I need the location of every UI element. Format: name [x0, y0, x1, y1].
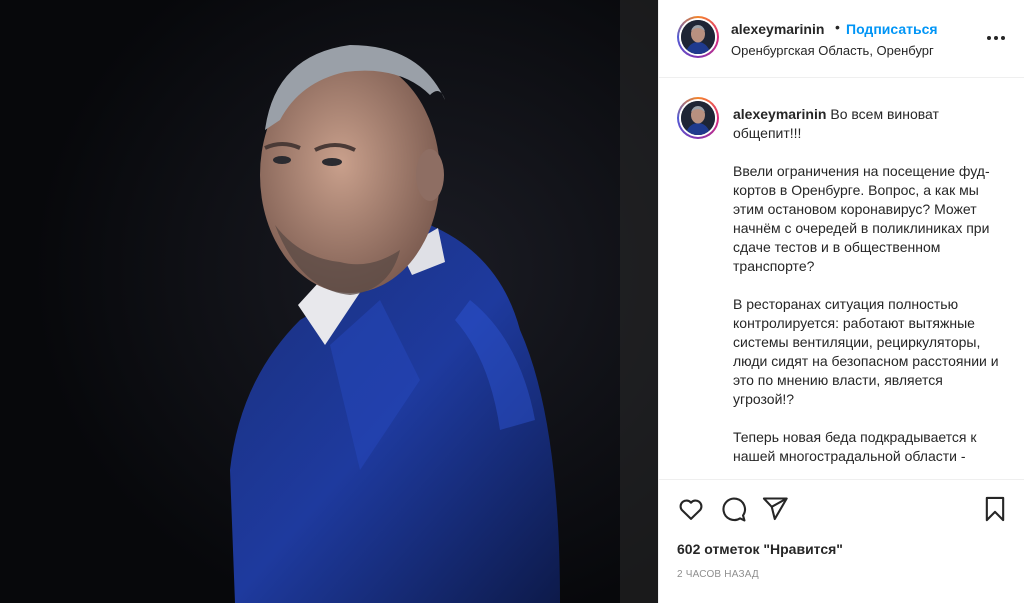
avatar[interactable] [677, 16, 719, 58]
post-timestamp[interactable]: 2 часов назад [677, 569, 759, 580]
bookmark-icon[interactable] [981, 495, 1009, 523]
caption-text: alexeymarinin Во всем виноват общепит!!! … [733, 105, 1005, 466]
post-header: alexeymarinin • Подписаться Оренбургская… [659, 0, 1024, 78]
avatar-image [681, 101, 715, 135]
location-link[interactable]: Оренбургская Область, Оренбург [731, 43, 934, 58]
caption-body: Во всем виноват общепит!!! Ввели огранич… [733, 106, 999, 464]
caption-section: alexeymarinin Во всем виноват общепит!!! … [659, 79, 1024, 479]
share-icon[interactable] [761, 495, 789, 523]
portrait-image [0, 0, 658, 603]
post-side-panel: alexeymarinin • Подписаться Оренбургская… [658, 0, 1024, 603]
follow-button[interactable]: Подписаться [846, 21, 938, 37]
heart-icon[interactable] [677, 495, 705, 523]
caption-avatar[interactable] [677, 97, 719, 139]
header-username[interactable]: alexeymarinin [731, 21, 824, 37]
comment-icon[interactable] [719, 495, 747, 523]
avatar-image [681, 20, 715, 54]
more-options-icon[interactable] [985, 30, 1007, 46]
likes-count[interactable]: 602 отметок "Нравится" [677, 541, 843, 557]
caption-username[interactable]: alexeymarinin [733, 106, 826, 122]
post-actions: 602 отметок "Нравится" 2 часов назад [659, 479, 1024, 603]
post-photo[interactable] [0, 0, 658, 603]
separator-dot: • [835, 19, 840, 35]
